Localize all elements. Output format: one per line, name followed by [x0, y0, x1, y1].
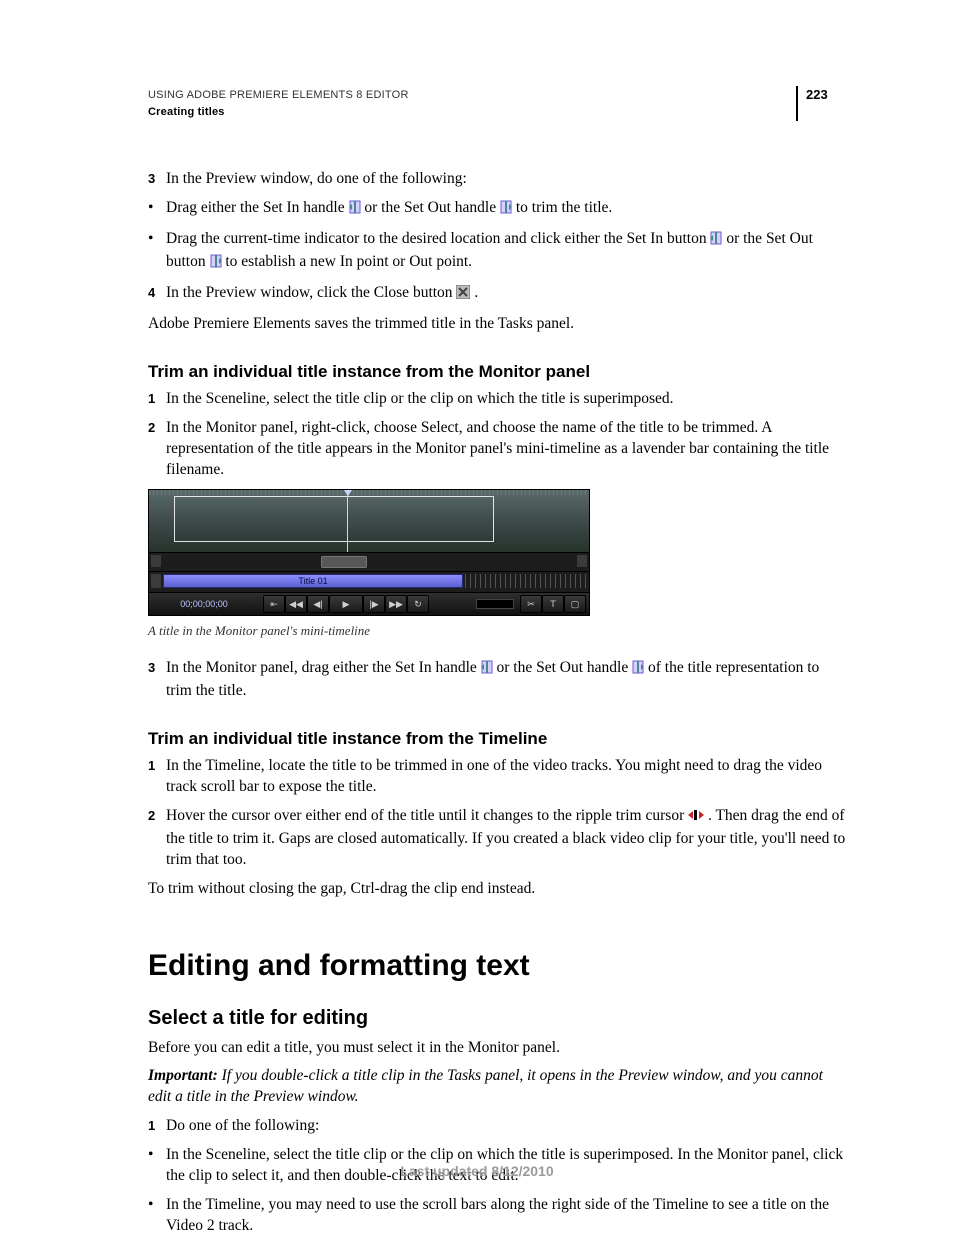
playhead-icon: [347, 494, 348, 552]
figure-caption: A title in the Monitor panel's mini-time…: [148, 622, 846, 640]
step-text: In the Sceneline, select the title clip …: [166, 389, 846, 410]
section-name: Creating titles: [148, 105, 796, 120]
page-number: 223: [796, 86, 846, 121]
close-icon: [456, 285, 470, 306]
paragraph: To trim without closing the gap, Ctrl-dr…: [148, 879, 846, 900]
footer-last-updated: Last updated 8/12/2010: [0, 1162, 954, 1181]
split-clip-button: ✂: [520, 595, 542, 613]
step-text: In the Timeline, locate the title to be …: [166, 756, 846, 798]
timeline-ruler: [465, 574, 587, 588]
timecode-display: 00;00;00;00: [149, 598, 259, 610]
set-out-button-icon: [210, 254, 222, 275]
section-heading: Trim an individual title instance from t…: [148, 728, 846, 751]
shuttle-button: ⇤: [263, 595, 285, 613]
step-number: 4: [148, 283, 166, 303]
step-number: 3: [148, 658, 166, 678]
bullet-item: • Drag either the Set In handle or the S…: [148, 198, 846, 221]
important-text: If you double-click a title clip in the …: [148, 1067, 823, 1105]
section-heading: Trim an individual title instance from t…: [148, 361, 846, 384]
step-item: 1 In the Sceneline, select the title cli…: [148, 389, 846, 410]
monitor-scrollbar: [149, 553, 589, 572]
scrollbar-thumb: [321, 556, 367, 568]
play-button: ▶: [329, 595, 363, 613]
steps-list: 4 In the Preview window, click the Close…: [148, 283, 846, 306]
monitor-video-area: [149, 490, 589, 553]
step-item: 2 Hover the cursor over either end of th…: [148, 806, 846, 871]
step-text: In the Preview window, do one of the fol…: [166, 169, 846, 190]
steps-list: 1 In the Timeline, locate the title to b…: [148, 756, 846, 871]
set-out-handle-icon: [632, 660, 644, 681]
steps-list: 3 In the Monitor panel, drag either the …: [148, 658, 846, 702]
set-in-handle-icon: [481, 660, 493, 681]
set-out-handle-icon: [500, 200, 512, 221]
chapter-heading: Editing and formatting text: [148, 946, 846, 987]
monitor-controls: 00;00;00;00 ⇤ ◀◀ ◀| ▶ |▶ ▶▶ ↻ ✂ T ▢: [149, 593, 589, 615]
fast-fwd-button: ▶▶: [385, 595, 407, 613]
subsection-heading: Select a title for editing: [148, 1005, 846, 1032]
step-item: 3 In the Preview window, do one of the f…: [148, 169, 846, 190]
important-label: Important:: [148, 1067, 222, 1084]
bullet-item: • In the Timeline, you may need to use t…: [148, 1195, 846, 1237]
step-number: 3: [148, 169, 166, 189]
step-number: 2: [148, 806, 166, 826]
doc-title: USING ADOBE PREMIERE ELEMENTS 8 EDITOR: [148, 88, 796, 103]
step-number: 1: [148, 389, 166, 409]
ripple-trim-cursor-icon: [688, 808, 704, 829]
title-clip-bar: Title 01: [163, 574, 463, 588]
bullet-list: • Drag either the Set In handle or the S…: [148, 198, 846, 275]
step-item: 2 In the Monitor panel, right-click, cho…: [148, 418, 846, 481]
monitor-panel-figure: Title 01 00;00;00;00 ⇤ ◀◀ ◀| ▶ |▶ ▶▶ ↻ ✂: [148, 489, 590, 616]
step-number: 1: [148, 756, 166, 776]
step-text: Do one of the following:: [166, 1116, 846, 1137]
rewind-button: ◀◀: [285, 595, 307, 613]
set-in-handle-icon: [349, 200, 361, 221]
page-body: 3 In the Preview window, do one of the f…: [148, 169, 846, 1237]
freeze-frame-button: ▢: [564, 595, 586, 613]
add-text-button: T: [542, 595, 564, 613]
document-page: USING ADOBE PREMIERE ELEMENTS 8 EDITOR C…: [0, 0, 954, 1235]
bullet-list: • In the Sceneline, select the title cli…: [148, 1145, 846, 1237]
steps-list: 1 In the Sceneline, select the title cli…: [148, 389, 846, 481]
bullet-item: • Drag the current-time indicator to the…: [148, 229, 846, 275]
step-number: 2: [148, 418, 166, 438]
loop-button: ↻: [407, 595, 429, 613]
zoom-slider: [476, 599, 514, 609]
steps-list: 3 In the Preview window, do one of the f…: [148, 169, 846, 190]
bullet-text: In the Timeline, you may need to use the…: [166, 1195, 846, 1237]
paragraph: Before you can edit a title, you must se…: [148, 1038, 846, 1059]
set-in-button-icon: [710, 231, 722, 252]
important-note: Important: If you double-click a title c…: [148, 1066, 846, 1108]
mini-timeline: Title 01: [149, 572, 589, 593]
step-item: 4 In the Preview window, click the Close…: [148, 283, 846, 306]
paragraph: Adobe Premiere Elements saves the trimme…: [148, 314, 846, 335]
step-back-button: ◀|: [307, 595, 329, 613]
step-fwd-button: |▶: [363, 595, 385, 613]
step-item: 3 In the Monitor panel, drag either the …: [148, 658, 846, 702]
page-header: USING ADOBE PREMIERE ELEMENTS 8 EDITOR C…: [148, 88, 846, 121]
steps-list: 1 Do one of the following:: [148, 1116, 846, 1137]
safe-margin-outline: [174, 496, 494, 542]
step-number: 1: [148, 1116, 166, 1136]
step-text: In the Monitor panel, right-click, choos…: [166, 418, 846, 481]
step-item: 1 In the Timeline, locate the title to b…: [148, 756, 846, 798]
step-item: 1 Do one of the following:: [148, 1116, 846, 1137]
